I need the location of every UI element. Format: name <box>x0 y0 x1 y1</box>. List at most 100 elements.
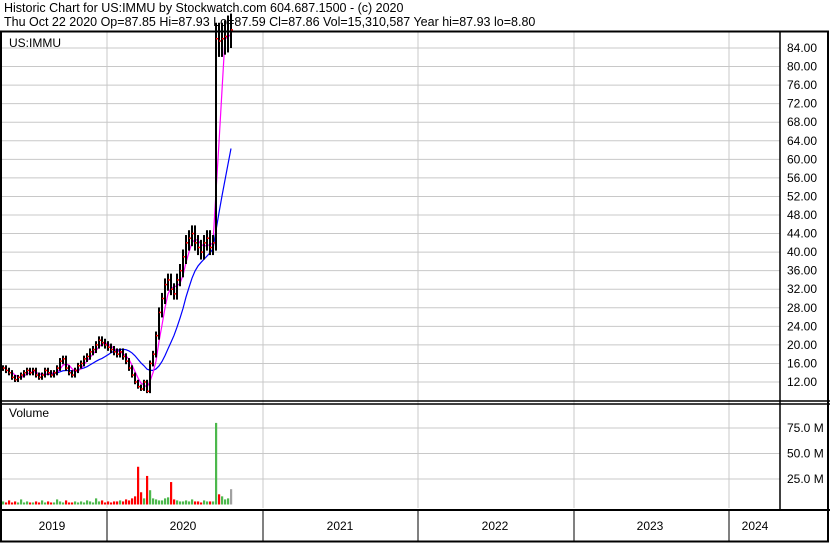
volume-bar <box>134 496 137 505</box>
volume-bar <box>86 500 89 505</box>
volume-bar <box>98 501 101 505</box>
volume-bar <box>38 502 41 505</box>
volume-bar <box>56 499 59 505</box>
price-tick-label: 28.00 <box>787 301 817 315</box>
volume-bar <box>230 489 233 505</box>
volume-bar <box>41 500 44 505</box>
volume-bar <box>167 497 170 505</box>
volume-bar <box>83 502 86 505</box>
volume-bar <box>62 502 65 505</box>
volume-bar <box>170 482 173 505</box>
volume-bar <box>5 502 8 505</box>
volume-bar <box>206 501 209 505</box>
volume-bar <box>113 501 116 505</box>
volume-bar <box>65 500 68 505</box>
volume-bar <box>161 500 164 505</box>
price-tick-label: 64.00 <box>787 134 817 148</box>
volume-bar <box>224 499 227 505</box>
chart-frame <box>0 30 830 543</box>
volume-bar <box>50 502 53 505</box>
axis-labels: 84.00 80.00 76.00 72.00 68.00 64.00 60.00 56.00… <box>39 41 824 533</box>
price-tick-label: 84.00 <box>787 41 817 55</box>
volume-bar <box>95 498 98 505</box>
volume-bar <box>32 502 35 505</box>
price-tick-label: 12.00 <box>787 375 817 389</box>
price-tick-label: 56.00 <box>787 171 817 185</box>
price-tick-label: 52.00 <box>787 189 817 203</box>
volume-bar <box>227 498 230 505</box>
volume-tick-label: 75.0 M <box>787 421 824 435</box>
volume-label: Volume <box>9 406 49 420</box>
volume-bar <box>8 500 11 505</box>
price-tick-label: 24.00 <box>787 319 817 333</box>
volume-bar <box>155 499 158 505</box>
volume-bar <box>89 501 92 505</box>
year-label: 2020 <box>170 519 197 533</box>
price-tick-label: 60.00 <box>787 152 817 166</box>
price-panel <box>2 13 233 394</box>
volume-bar <box>200 502 203 505</box>
volume-bar <box>140 492 143 505</box>
volume-bar <box>143 498 146 505</box>
volume-bar <box>44 502 47 505</box>
volume-bar <box>104 502 107 505</box>
volume-bar <box>20 499 23 505</box>
volume-bar <box>29 502 32 505</box>
volume-bar <box>158 500 161 505</box>
price-tick-label: 32.00 <box>787 282 817 296</box>
volume-bar <box>185 500 188 505</box>
volume-bar <box>182 501 185 505</box>
volume-bar <box>173 499 176 505</box>
price-tick-label: 16.00 <box>787 356 817 370</box>
volume-bar <box>164 498 167 505</box>
volume-bar <box>53 502 56 505</box>
volume-bar <box>107 501 110 505</box>
volume-bar <box>47 501 50 505</box>
volume-bar <box>92 502 95 505</box>
volume-bar <box>152 498 155 505</box>
volume-bar <box>68 502 71 505</box>
volume-bar <box>2 501 5 505</box>
volume-bar <box>146 475 149 505</box>
volume-bar <box>26 501 29 505</box>
volume-bar <box>137 466 140 505</box>
volume-bar <box>80 501 83 505</box>
volume-bar <box>176 500 179 505</box>
grid-lines <box>2 32 780 541</box>
volume-bar <box>11 502 14 505</box>
volume-bar <box>194 501 197 505</box>
volume-bar <box>212 501 215 505</box>
volume-bar <box>116 501 119 505</box>
volume-bar <box>203 500 206 505</box>
volume-bar <box>119 500 122 505</box>
volume-bar <box>149 490 152 505</box>
price-tick-label: 44.00 <box>787 227 817 241</box>
volume-bar <box>191 499 194 505</box>
volume-tick-label: 25.0 M <box>787 472 824 486</box>
volume-bar <box>71 502 74 505</box>
price-tick-label: 72.00 <box>787 97 817 111</box>
volume-bar <box>35 501 38 505</box>
volume-bar <box>209 501 212 505</box>
price-tick-label: 80.00 <box>787 60 817 74</box>
price-tick-label: 40.00 <box>787 245 817 259</box>
volume-bar <box>122 501 125 505</box>
year-label: 2022 <box>482 519 509 533</box>
volume-panel <box>2 422 233 505</box>
volume-bar <box>59 501 62 505</box>
volume-bar <box>221 496 224 505</box>
volume-bar <box>17 502 20 505</box>
volume-bar <box>23 502 26 505</box>
year-label: 2024 <box>742 519 769 533</box>
price-tick-label: 20.00 <box>787 338 817 352</box>
price-tick-label: 76.00 <box>787 78 817 92</box>
volume-bar <box>218 494 221 505</box>
volume-bar <box>101 500 104 505</box>
volume-bar <box>74 501 77 505</box>
volume-bar <box>14 501 17 505</box>
volume-bar <box>179 501 182 505</box>
symbol-label: US:IMMU <box>9 36 61 50</box>
year-label: 2019 <box>39 519 66 533</box>
slow-moving-average-line <box>38 148 232 375</box>
stock-chart: US:IMMU Volume 84.00 80.00 76.00 72.00 68.00… <box>0 13 830 543</box>
